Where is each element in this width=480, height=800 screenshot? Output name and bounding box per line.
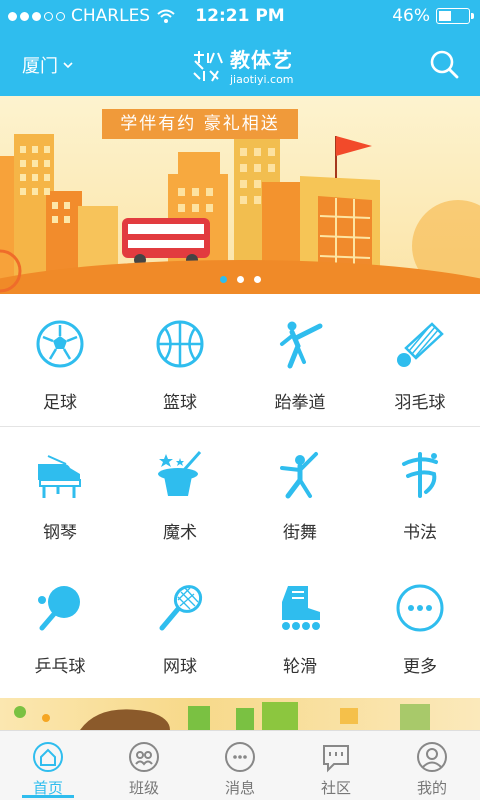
category-label: 更多: [403, 657, 437, 677]
tab-class[interactable]: 班级: [96, 731, 192, 800]
category-label: 跆拳道: [274, 393, 326, 413]
promo-banner[interactable]: 学伴有约 豪礼相送: [0, 96, 480, 294]
banner-tag: 学伴有约 豪礼相送: [102, 109, 298, 139]
category-ping-pong[interactable]: 乒乓球: [0, 582, 120, 677]
promo-illustration: [14, 702, 430, 730]
app-screen: CHARLES 12:21 PM 46% 厦门 教体艺 jiaotiyi.com…: [0, 0, 480, 800]
category-label: 书法: [403, 523, 437, 543]
tab-messages[interactable]: 消息: [192, 731, 288, 800]
tab-profile[interactable]: 我的: [384, 731, 480, 800]
soccer-ball-icon: [36, 320, 84, 368]
category-calligraphy[interactable]: 书法: [360, 448, 480, 543]
app-logo: 教体艺 jiaotiyi.com: [190, 44, 294, 86]
tab-community[interactable]: 社区: [288, 731, 384, 800]
message-icon: [225, 742, 255, 772]
city-name: 厦门: [22, 56, 58, 77]
logo-text-block: 教体艺 jiaotiyi.com: [230, 44, 294, 86]
category-label: 街舞: [283, 523, 317, 543]
calligraphy-icon: [402, 452, 438, 498]
tab-home[interactable]: 首页: [0, 731, 96, 800]
category-label: 魔术: [163, 523, 197, 543]
category-label: 轮滑: [283, 657, 317, 677]
app-header: 厦门 教体艺 jiaotiyi.com: [0, 32, 480, 96]
ping-pong-icon: [38, 586, 80, 631]
category-more[interactable]: 更多: [360, 582, 480, 677]
logo-name: 教体艺: [230, 48, 293, 72]
category-taekwondo[interactable]: 跆拳道: [240, 318, 360, 413]
category-tennis[interactable]: 网球: [120, 582, 240, 677]
home-icon: [33, 742, 63, 772]
battery-icon: [436, 8, 474, 24]
category-street-dance[interactable]: 街舞: [240, 448, 360, 543]
piano-icon: [38, 455, 81, 498]
class-icon: [129, 742, 159, 772]
active-tab-indicator: [22, 795, 74, 798]
category-label: 足球: [43, 393, 77, 413]
category-label: 乒乓球: [34, 657, 86, 677]
status-bar: CHARLES 12:21 PM 46%: [0, 0, 480, 32]
tab-label: 我的: [416, 779, 447, 797]
community-icon: [323, 745, 349, 773]
chevron-down-icon: [63, 62, 73, 69]
category-grid: 足球 篮球 跆拳道 羽毛球 钢琴 魔术 街舞 书法 乒乓球 网球 轮滑 更多: [0, 294, 480, 698]
category-soccer[interactable]: 足球: [0, 318, 120, 413]
battery-percent: 46%: [392, 6, 430, 26]
category-label: 网球: [163, 657, 197, 677]
category-roller-skate[interactable]: 轮滑: [240, 582, 360, 677]
promo-strip[interactable]: [0, 698, 480, 730]
category-magic[interactable]: 魔术: [120, 448, 240, 543]
category-badminton[interactable]: 羽毛球: [360, 318, 480, 413]
shuttlecock-icon: [397, 322, 444, 367]
street-dance-icon: [280, 452, 318, 499]
tennis-racket-icon: [159, 585, 203, 631]
category-label: 羽毛球: [394, 393, 446, 413]
profile-icon: [417, 742, 447, 772]
tab-label: 社区: [320, 779, 351, 797]
logo-url: jiaotiyi.com: [230, 73, 294, 86]
category-piano[interactable]: 钢琴: [0, 448, 120, 543]
magic-hat-icon: [158, 451, 202, 496]
more-icon: [396, 584, 444, 632]
search-icon[interactable]: [428, 48, 460, 80]
battery-fill: [439, 11, 451, 21]
pager-dot[interactable]: [253, 276, 261, 283]
logo-mark-icon: [193, 51, 223, 82]
tab-label: 消息: [224, 779, 255, 797]
pager-dot[interactable]: [219, 276, 227, 283]
roller-skate-icon: [282, 586, 320, 630]
tab-label: 班级: [128, 779, 159, 797]
basketball-icon: [156, 320, 204, 368]
pager-dot[interactable]: [236, 276, 244, 283]
status-right: 46%: [392, 6, 474, 26]
banner-pager: [0, 276, 480, 283]
city-selector[interactable]: 厦门: [22, 52, 74, 78]
category-basketball[interactable]: 篮球: [120, 318, 240, 413]
category-label: 篮球: [163, 393, 197, 413]
category-label: 钢琴: [43, 523, 77, 543]
bottom-tab-bar: 首页 班级 消息 社区 我的: [0, 730, 480, 800]
taekwondo-icon: [280, 321, 323, 369]
grid-divider: [0, 426, 480, 427]
